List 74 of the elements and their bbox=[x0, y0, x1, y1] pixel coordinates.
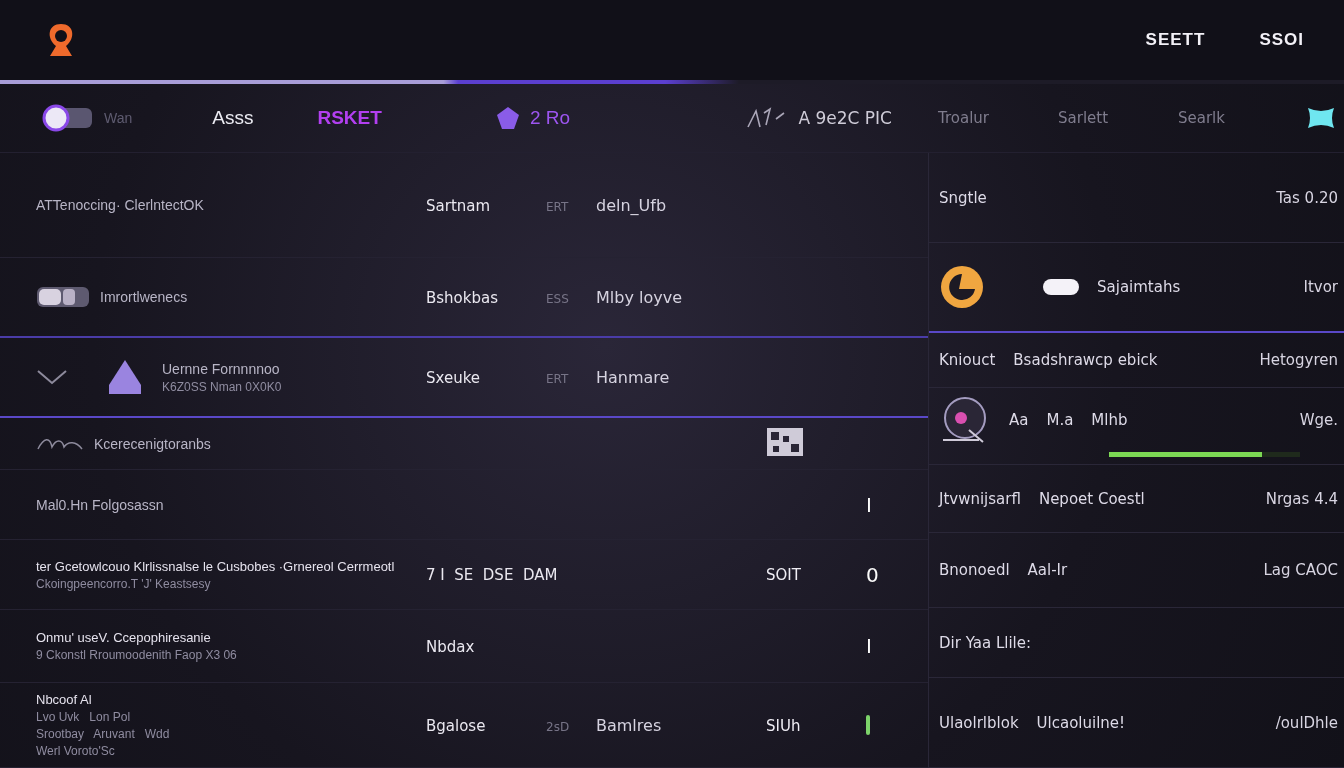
row-text: Mal0.Hn Folgosassn bbox=[36, 496, 164, 513]
chevron-icon bbox=[36, 367, 68, 387]
tool-label: A 9e2C PIC bbox=[798, 108, 892, 128]
tab[interactable]: RSKET bbox=[307, 103, 392, 133]
table-cell: Mlby loyve bbox=[596, 287, 682, 307]
row-text: Uernne Fornnnnoo bbox=[162, 360, 280, 377]
table-cell: ERT bbox=[546, 371, 569, 386]
row-text: Dir Yaa Llile: bbox=[939, 633, 1032, 652]
tab[interactable]: Sarlett bbox=[1058, 107, 1178, 129]
table-cell: I bbox=[866, 634, 872, 658]
row-text: Aa bbox=[1009, 410, 1029, 429]
row-text: Werl Voroto'Sc bbox=[36, 744, 115, 758]
table-cell: SOIT bbox=[766, 566, 801, 584]
badge-logo-icon bbox=[939, 264, 985, 310]
table-cell: Wge. bbox=[1299, 410, 1338, 429]
table-cell: Bgalose bbox=[426, 716, 486, 735]
table-cell: 0 bbox=[866, 562, 879, 587]
row-text: Ulaolrlblok bbox=[939, 713, 1019, 732]
row-text: ter Gcetowlcouo Klrlissnalse le Cusbobes ·Grnereol Cerrmeotl bbox=[36, 558, 395, 574]
header-link[interactable]: SSOI bbox=[1259, 30, 1304, 50]
qr-code-icon bbox=[766, 426, 804, 457]
row-text: ATTenoccing· ClerlntectOK bbox=[36, 197, 204, 213]
table-cell: I bbox=[866, 492, 872, 517]
table-cell: Hetogyren bbox=[1259, 351, 1338, 369]
row-text: Srootbay Aruvant Wdd bbox=[36, 727, 170, 741]
row-text: Bnonoedl bbox=[939, 561, 1010, 579]
table-cell: 7 I SE DSE DAM bbox=[426, 566, 558, 584]
row-text: 9 Ckonstl Rroumoodenith Faop X3 06 bbox=[36, 648, 237, 662]
pill-icon bbox=[1043, 279, 1079, 295]
counter-label: 2 Ro bbox=[529, 107, 570, 129]
row-text: M.a bbox=[1046, 410, 1074, 429]
bow-icon[interactable] bbox=[1306, 106, 1336, 130]
row-text: Lvo Uvk Lon Pol bbox=[36, 710, 131, 724]
toggle-icon bbox=[36, 286, 90, 308]
header-link[interactable]: SEETT bbox=[1145, 30, 1206, 50]
sketch-icon[interactable] bbox=[746, 107, 787, 129]
toggle-icon[interactable] bbox=[42, 104, 94, 132]
table-cell: Hanmare bbox=[596, 367, 670, 387]
row-text: Bsadshrawcp ebick bbox=[1013, 351, 1158, 369]
table-cell: Sartnam bbox=[426, 196, 491, 215]
tab[interactable]: Troalur bbox=[938, 107, 1058, 129]
row-text: Mlhb bbox=[1091, 410, 1128, 429]
table-cell: Itvor bbox=[1303, 278, 1338, 296]
table-cell: 2sD bbox=[546, 719, 570, 734]
row-text: Nepoet Coestl bbox=[1038, 489, 1145, 508]
row-text: Sajaimtahs bbox=[1097, 278, 1181, 296]
row-text: Jtvwnijsarfl bbox=[939, 489, 1021, 508]
row-text: Kniouct bbox=[939, 351, 996, 369]
table-cell: ERT bbox=[546, 199, 569, 214]
row-text: Ckoingpeencorro.T 'J' Keastsesy bbox=[36, 576, 211, 591]
row-text: Onmu' useV. Ccepophiresanie bbox=[36, 630, 211, 645]
row-text: Ulcaoluilne! bbox=[1036, 713, 1126, 732]
table-cell: ESS bbox=[546, 291, 569, 306]
tab[interactable]: Searlk bbox=[1178, 107, 1298, 129]
table-cell: Nbdax bbox=[426, 637, 475, 656]
table-cell: SIUh bbox=[766, 716, 801, 735]
table-cell: deln_Ufb bbox=[596, 195, 667, 215]
row-text: Imrortlwenecs bbox=[100, 289, 188, 305]
row-text: Nbcoof Al bbox=[36, 692, 92, 707]
gem-icon bbox=[495, 106, 520, 130]
table-cell: Bshokbas bbox=[426, 288, 498, 307]
table-cell: Lag CAOC bbox=[1263, 561, 1338, 579]
table-cell: Tas 0.20 bbox=[1276, 188, 1338, 207]
row-text: Kcerecenigtoranbs bbox=[94, 435, 211, 452]
row-text: Sngtle bbox=[939, 188, 987, 207]
table-cell: /oulDhle bbox=[1275, 713, 1338, 732]
status-marker bbox=[866, 715, 870, 735]
table-cell: Nrgas 4.4 bbox=[1265, 489, 1338, 508]
tag-icon bbox=[108, 359, 142, 395]
row-text: K6Z0SS Nman 0X0K0 bbox=[162, 379, 282, 394]
row-text: Aal-Ir bbox=[1027, 561, 1068, 579]
table-cell: Sxeuke bbox=[426, 368, 481, 387]
table-cell: Bamlres bbox=[596, 715, 662, 735]
tab[interactable]: Asss bbox=[202, 103, 264, 133]
